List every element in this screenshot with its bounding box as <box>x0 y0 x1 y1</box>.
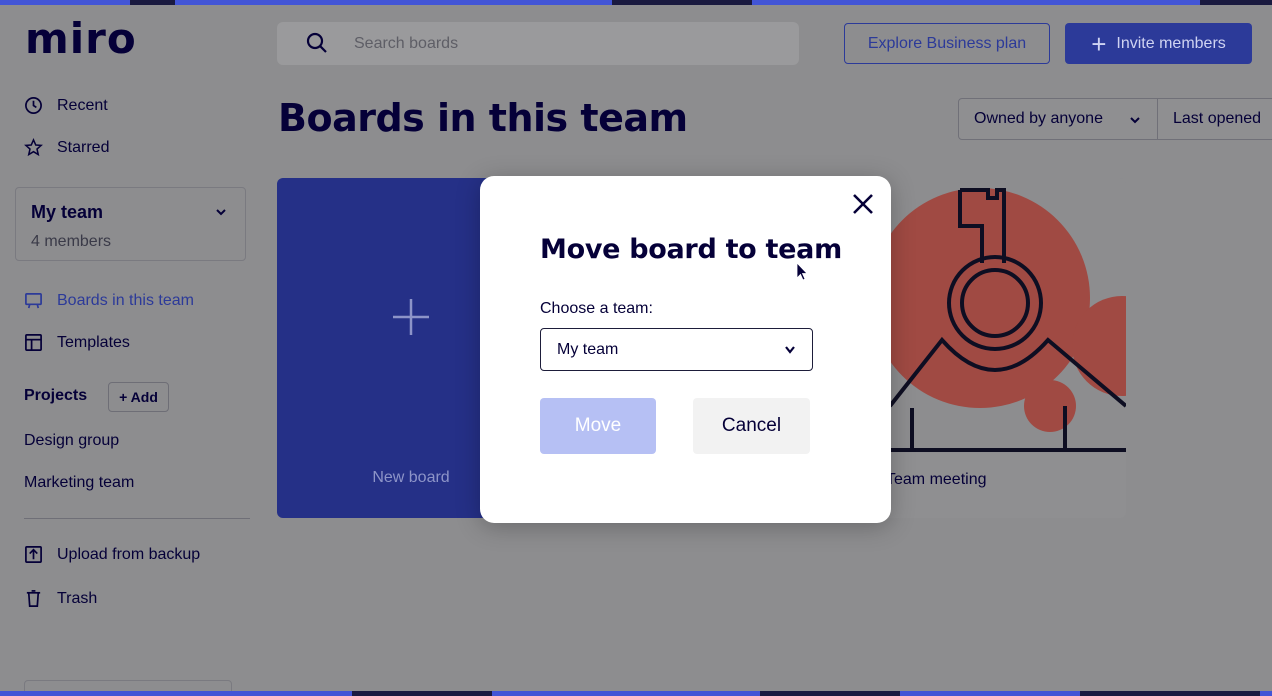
sidebar-item-label: Starred <box>57 138 110 156</box>
trash-icon <box>26 590 41 607</box>
chevron-down-icon <box>785 346 795 354</box>
upload-icon <box>25 546 42 563</box>
owner-filter-dropdown[interactable]: Owned by anyone <box>958 98 1158 140</box>
sidebar-item-boards-in-team[interactable]: Boards in this team <box>24 291 194 310</box>
sidebar-item-starred[interactable]: Starred <box>24 138 109 157</box>
sidebar-item-label: Templates <box>57 333 130 351</box>
sidebar-item-label: Recent <box>57 96 108 114</box>
sidebar-divider <box>24 518 250 519</box>
plus-icon: + <box>1091 28 1107 59</box>
close-icon[interactable] <box>851 192 875 216</box>
add-project-button[interactable]: + Add <box>108 382 169 412</box>
team-select-value: My team <box>557 340 619 358</box>
sort-value: Last opened <box>1173 110 1262 127</box>
top-accent-bar <box>0 0 1272 5</box>
board-title: Team meeting <box>886 471 987 488</box>
sidebar-item-recent[interactable]: Recent <box>24 96 108 115</box>
dialog-title: Move board to team <box>540 234 842 265</box>
invite-members-button[interactable]: + Invite members <box>1065 23 1252 64</box>
invite-members-label: Invite members <box>1116 34 1226 52</box>
board-card-team-meeting[interactable]: Team meeting <box>860 178 1126 518</box>
search-icon <box>306 32 327 53</box>
choose-team-label: Choose a team: <box>540 300 653 317</box>
star-icon <box>24 138 43 157</box>
sidebar-item-label: Trash <box>57 589 98 607</box>
board-icon <box>25 292 42 309</box>
sort-dropdown[interactable]: Last opened <box>1157 98 1272 140</box>
project-item-marketing-team[interactable]: Marketing team <box>24 474 134 492</box>
sidebar-item-templates[interactable]: Templates <box>24 333 130 352</box>
chevron-down-icon <box>1130 117 1140 124</box>
board-thumbnail <box>860 178 1126 453</box>
team-name: My team <box>31 202 104 222</box>
team-switcher[interactable]: My team 4 members <box>15 187 246 261</box>
team-member-count: 4 members <box>31 233 112 250</box>
plus-icon <box>393 299 429 335</box>
team-meeting-illustration <box>870 188 1126 452</box>
miro-logo[interactable]: miro <box>25 14 137 63</box>
project-item-design-group[interactable]: Design group <box>24 432 119 450</box>
clock-icon <box>25 97 42 114</box>
sidebar-item-trash[interactable]: Trash <box>24 589 97 608</box>
sidebar-item-label: Upload from backup <box>57 545 201 563</box>
search-input[interactable]: Search boards <box>277 22 799 65</box>
cancel-button[interactable]: Cancel <box>693 398 810 454</box>
sidebar-item-label: Boards in this team <box>57 291 194 309</box>
bottom-accent-bar <box>0 691 1272 696</box>
move-board-dialog: Move board to team Choose a team: My tea… <box>480 176 891 523</box>
mouse-cursor-icon <box>796 262 808 281</box>
chevron-down-icon <box>216 209 226 216</box>
templates-icon <box>25 334 42 351</box>
search-placeholder: Search boards <box>354 35 459 52</box>
sidebar-item-upload-backup[interactable]: Upload from backup <box>24 545 200 564</box>
projects-heading: Projects <box>24 387 88 404</box>
move-button[interactable]: Move <box>540 398 656 454</box>
team-select[interactable]: My team <box>540 328 813 371</box>
page-title: Boards in this team <box>278 96 688 140</box>
owner-filter-value: Owned by anyone <box>974 110 1103 127</box>
explore-business-plan-button[interactable]: Explore Business plan <box>844 23 1050 64</box>
